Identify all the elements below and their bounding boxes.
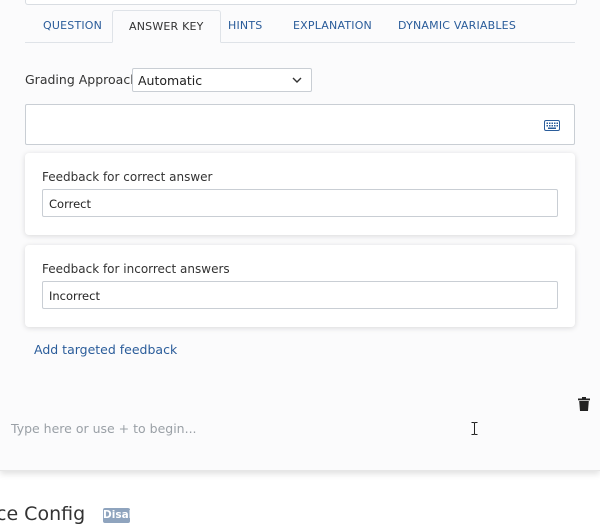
top-input-strip — [25, 0, 577, 5]
grading-approach-value: Automatic — [138, 73, 203, 88]
tab-bar: QUESTION ANSWER KEY HINTS EXPLANATION DY… — [25, 10, 575, 43]
feedback-correct-value: Correct — [49, 197, 91, 211]
feedback-correct-input[interactable]: Correct — [42, 189, 558, 217]
tab-dynamic-variables[interactable]: DYNAMIC VARIABLES — [398, 10, 516, 41]
feedback-incorrect-label: Feedback for incorrect answers — [42, 262, 230, 276]
feedback-incorrect-input[interactable]: Incorrect — [42, 281, 558, 309]
text-cursor-icon — [471, 422, 478, 435]
keyboard-icon[interactable] — [544, 120, 560, 131]
tab-hints[interactable]: HINTS — [228, 10, 262, 41]
status-badge-label: Disabled — [103, 509, 155, 521]
section-title: ce Config — [0, 503, 86, 525]
tab-explanation[interactable]: EXPLANATION — [293, 10, 372, 41]
tab-question[interactable]: QUESTION — [43, 10, 102, 41]
tab-answer-key[interactable]: ANSWER KEY — [112, 10, 221, 43]
chevron-down-icon — [292, 77, 302, 83]
answer-input[interactable] — [25, 104, 575, 145]
feedback-correct-label: Feedback for correct answer — [42, 170, 213, 184]
status-badge: Disabled — [103, 508, 155, 523]
add-targeted-feedback-link[interactable]: Add targeted feedback — [34, 342, 177, 357]
editor-placeholder[interactable]: Type here or use + to begin... — [11, 421, 197, 436]
question-editor-panel: QUESTION ANSWER KEY HINTS EXPLANATION DY… — [0, 0, 600, 471]
feedback-incorrect-value: Incorrect — [49, 289, 100, 303]
trash-icon[interactable] — [578, 397, 590, 411]
grading-approach-select[interactable]: Automatic — [132, 68, 312, 92]
feedback-correct-card: Feedback for correct answer Correct — [25, 153, 575, 235]
grading-approach-label: Grading Approach — [25, 72, 139, 87]
feedback-incorrect-card: Feedback for incorrect answers Incorrect — [25, 245, 575, 327]
